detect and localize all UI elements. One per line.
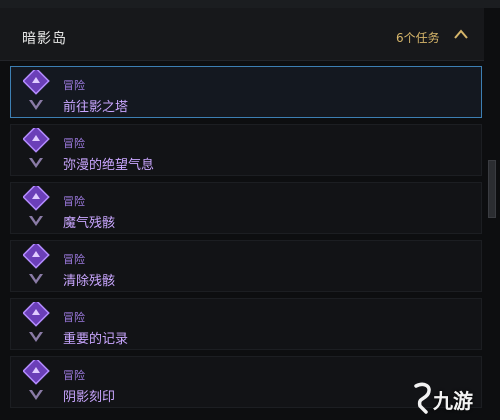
quest-row[interactable]: 冒险 清除残骸 bbox=[10, 240, 482, 292]
quest-name: 清除残骸 bbox=[63, 274, 116, 289]
quest-row[interactable]: 冒险 弥漫的绝望气息 bbox=[10, 124, 482, 176]
chevron-rank-icon bbox=[29, 158, 43, 168]
quest-category: 冒险 bbox=[63, 137, 85, 150]
watermark-text: 九游 bbox=[433, 389, 473, 413]
quest-row[interactable]: 冒险 重要的记录 bbox=[10, 298, 482, 350]
quest-category: 冒险 bbox=[63, 369, 85, 382]
quest-category: 冒险 bbox=[63, 195, 85, 208]
chevron-rank-icon bbox=[29, 216, 43, 226]
chevron-up-icon[interactable] bbox=[452, 26, 470, 44]
quest-name: 重要的记录 bbox=[63, 332, 129, 347]
quest-name: 魔气残骸 bbox=[63, 216, 116, 231]
chevron-rank-icon bbox=[29, 100, 43, 110]
purple-diamond-quest-icon bbox=[22, 299, 50, 342]
scrollbar-track[interactable] bbox=[486, 60, 494, 420]
quest-icon-group bbox=[22, 183, 51, 232]
quest-category: 冒险 bbox=[63, 311, 85, 324]
region-header[interactable]: 暗影岛 6个任务 bbox=[0, 8, 484, 61]
quest-row[interactable]: 冒险 魔气残骸 bbox=[10, 182, 482, 234]
purple-diamond-quest-icon bbox=[22, 67, 50, 110]
quest-row[interactable]: 冒险 前往影之塔 bbox=[10, 66, 482, 118]
quest-icon-group bbox=[22, 67, 51, 116]
purple-diamond-quest-icon bbox=[22, 125, 50, 168]
quest-icon-group bbox=[22, 125, 51, 174]
purple-diamond-quest-icon bbox=[22, 241, 50, 284]
purple-diamond-quest-icon bbox=[22, 183, 50, 226]
region-title: 暗影岛 bbox=[22, 31, 67, 47]
chevron-rank-icon bbox=[29, 274, 43, 284]
quest-panel: 暗影岛 6个任务 冒险 前往影之塔 冒险 弥漫的绝望气息 冒险 魔气残骸 冒险 … bbox=[0, 0, 500, 420]
scrollbar-thumb[interactable] bbox=[488, 160, 496, 218]
purple-diamond-quest-icon bbox=[22, 357, 50, 400]
quest-name: 前往影之塔 bbox=[63, 100, 129, 115]
chevron-rank-icon bbox=[29, 390, 43, 400]
quest-category: 冒险 bbox=[63, 79, 85, 92]
chevron-rank-icon bbox=[29, 332, 43, 342]
quest-category: 冒险 bbox=[63, 253, 85, 266]
panel-top-border bbox=[0, 0, 500, 8]
quest-name: 弥漫的绝望气息 bbox=[63, 158, 155, 173]
quest-icon-group bbox=[22, 241, 51, 290]
quest-name: 阴影刻印 bbox=[63, 390, 116, 405]
quest-icon-group bbox=[22, 357, 51, 406]
quest-count: 6个任务 bbox=[396, 31, 440, 45]
quest-icon-group bbox=[22, 299, 51, 348]
